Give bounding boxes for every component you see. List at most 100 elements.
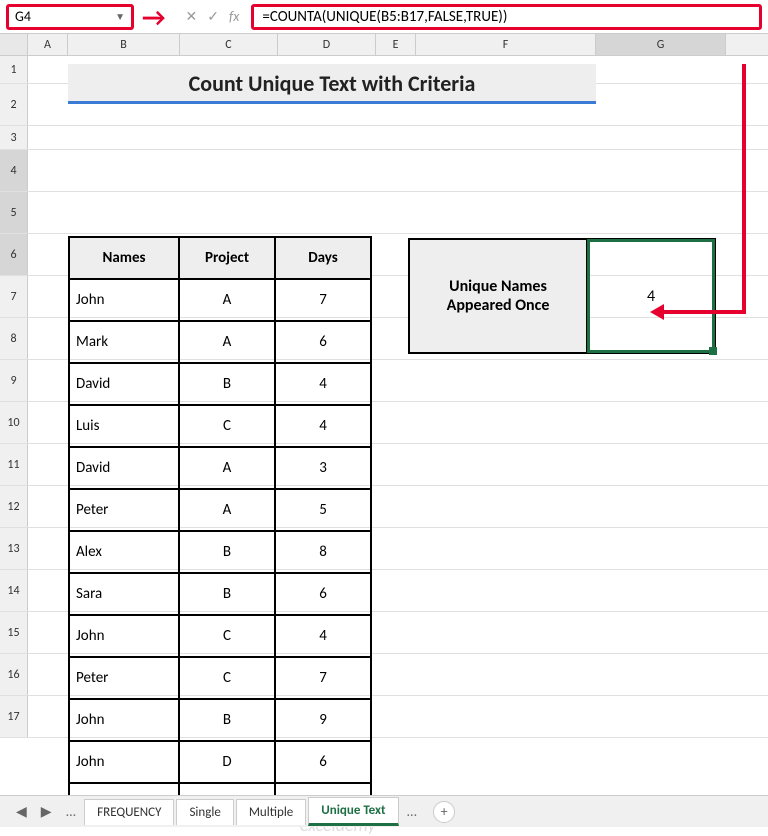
cell[interactable] — [28, 192, 68, 233]
cell[interactable] — [278, 192, 376, 233]
cell[interactable] — [416, 528, 596, 569]
cell[interactable] — [278, 150, 376, 191]
cell[interactable] — [416, 444, 596, 485]
header-project[interactable]: Project — [179, 237, 275, 279]
cell[interactable] — [68, 150, 180, 191]
tab-multiple[interactable]: Multiple — [236, 799, 306, 825]
cell[interactable] — [416, 654, 596, 695]
fx-icon[interactable]: fx — [229, 8, 239, 25]
table-cell[interactable]: C — [179, 615, 275, 657]
table-cell[interactable]: B — [179, 699, 275, 741]
cell[interactable] — [596, 402, 726, 443]
cell[interactable] — [416, 150, 596, 191]
row-header[interactable]: 7 — [0, 276, 28, 317]
table-cell[interactable]: C — [179, 657, 275, 699]
cell[interactable] — [596, 696, 726, 737]
row-header[interactable]: 6 — [0, 234, 28, 275]
table-cell[interactable]: Mark — [69, 321, 179, 363]
table-cell[interactable]: 4 — [275, 363, 371, 405]
row-header[interactable]: 2 — [0, 84, 28, 125]
cell[interactable] — [376, 402, 416, 443]
result-label[interactable]: Unique Names Appeared Once — [409, 239, 587, 353]
cell[interactable] — [376, 528, 416, 569]
row-header[interactable]: 11 — [0, 444, 28, 485]
cell[interactable] — [596, 84, 726, 125]
column-header-b[interactable]: B — [68, 34, 180, 55]
cell[interactable] — [180, 126, 278, 149]
cell[interactable] — [28, 612, 68, 653]
cell[interactable] — [596, 486, 726, 527]
cell[interactable] — [28, 402, 68, 443]
tab-overflow[interactable]: ... — [60, 803, 83, 820]
cell[interactable] — [416, 486, 596, 527]
table-cell[interactable]: 4 — [275, 405, 371, 447]
cell[interactable] — [416, 360, 596, 401]
cell[interactable] — [596, 528, 726, 569]
chevron-down-icon[interactable]: ▼ — [115, 10, 125, 23]
table-cell[interactable]: 6 — [275, 573, 371, 615]
cell[interactable] — [416, 696, 596, 737]
table-cell[interactable]: Alex — [69, 531, 179, 573]
cell[interactable] — [28, 126, 68, 149]
tab-overflow-right[interactable]: ... — [401, 803, 424, 820]
tab-unique-text[interactable]: Unique Text — [308, 797, 398, 826]
table-cell[interactable]: 8 — [275, 531, 371, 573]
cell[interactable] — [28, 276, 68, 317]
table-cell[interactable]: John — [69, 741, 179, 783]
table-cell[interactable]: 6 — [275, 741, 371, 783]
table-cell[interactable]: A — [179, 489, 275, 531]
table-cell[interactable]: John — [69, 615, 179, 657]
cell[interactable] — [68, 192, 180, 233]
add-sheet-button[interactable]: + — [433, 801, 455, 823]
table-cell[interactable]: 6 — [275, 321, 371, 363]
table-cell[interactable]: B — [179, 573, 275, 615]
cell[interactable] — [28, 654, 68, 695]
row-header[interactable]: 8 — [0, 318, 28, 359]
table-cell[interactable]: Peter — [69, 489, 179, 531]
table-cell[interactable]: C — [179, 405, 275, 447]
cell[interactable] — [376, 192, 416, 233]
cell[interactable] — [376, 570, 416, 611]
cancel-icon[interactable]: ✕ — [186, 8, 198, 25]
table-cell[interactable]: B — [179, 363, 275, 405]
result-cell-selected[interactable]: 4 — [587, 239, 715, 353]
table-cell[interactable]: Peter — [69, 657, 179, 699]
tab-nav-prev[interactable]: ◀ — [10, 803, 33, 820]
row-header[interactable]: 14 — [0, 570, 28, 611]
cell[interactable] — [416, 126, 596, 149]
column-header-d[interactable]: D — [278, 34, 376, 55]
cell[interactable] — [376, 654, 416, 695]
cell[interactable] — [596, 360, 726, 401]
table-cell[interactable]: A — [179, 279, 275, 321]
row-header[interactable]: 10 — [0, 402, 28, 443]
cell[interactable] — [28, 696, 68, 737]
name-box[interactable]: G4 ▼ — [6, 4, 134, 30]
table-cell[interactable]: John — [69, 279, 179, 321]
cell[interactable] — [376, 696, 416, 737]
enter-icon[interactable]: ✓ — [207, 8, 219, 25]
cell[interactable] — [596, 56, 726, 83]
cell[interactable] — [180, 192, 278, 233]
row-header[interactable]: 16 — [0, 654, 28, 695]
table-cell[interactable]: 5 — [275, 489, 371, 531]
cell[interactable] — [596, 654, 726, 695]
table-cell[interactable]: 7 — [275, 279, 371, 321]
table-cell[interactable]: 9 — [275, 699, 371, 741]
cell[interactable] — [180, 150, 278, 191]
column-header-f[interactable]: F — [416, 34, 596, 55]
tab-nav-next[interactable]: ▶ — [35, 803, 58, 820]
cell[interactable] — [596, 192, 726, 233]
header-names[interactable]: Names — [69, 237, 179, 279]
table-cell[interactable]: 7 — [275, 657, 371, 699]
row-header[interactable]: 3 — [0, 126, 28, 149]
row-header[interactable]: 1 — [0, 56, 28, 83]
row-header[interactable]: 13 — [0, 528, 28, 569]
cell[interactable] — [28, 56, 68, 83]
cell[interactable] — [376, 612, 416, 653]
column-header-g[interactable]: G — [596, 34, 726, 55]
cell[interactable] — [28, 444, 68, 485]
cell[interactable] — [28, 486, 68, 527]
cell[interactable] — [68, 126, 180, 149]
table-cell[interactable]: David — [69, 447, 179, 489]
column-header-a[interactable]: A — [28, 34, 68, 55]
